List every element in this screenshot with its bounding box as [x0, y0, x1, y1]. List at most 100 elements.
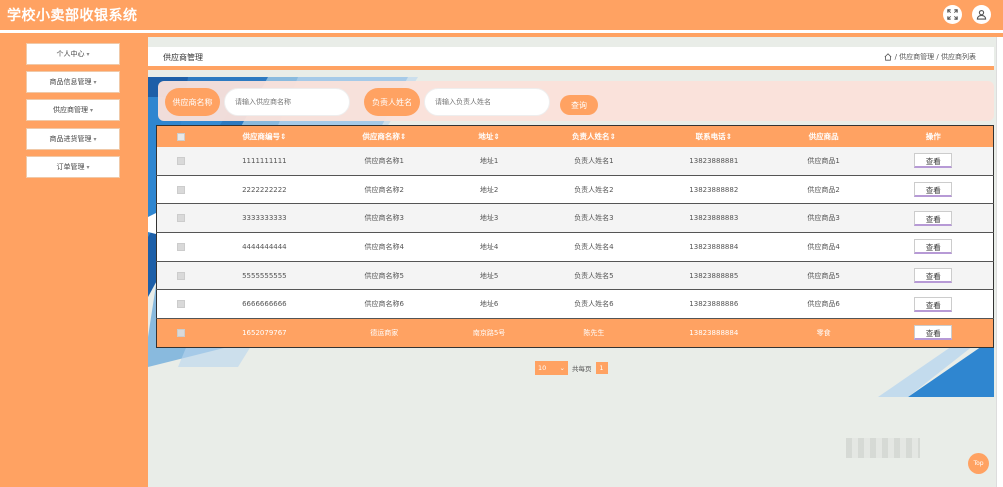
table-row[interactable]: 6666666666 供应商名称6 地址6 负责人姓名6 13823888886… — [156, 289, 994, 320]
cell-contact: 陈先生 — [534, 318, 654, 348]
view-button[interactable]: 查看 — [914, 153, 953, 169]
row-checkbox[interactable] — [176, 271, 185, 280]
table-row[interactable]: 4444444444 供应商名称4 地址4 负责人姓名4 13823888884… — [156, 232, 994, 262]
cell-goods: 供应商品2 — [773, 175, 874, 205]
cell-contact: 负责人姓名6 — [534, 289, 654, 320]
cell-name: 德运商家 — [324, 318, 445, 348]
back-to-top-button[interactable]: Top — [968, 453, 989, 474]
sidebar-item-purchase[interactable]: 商品进货管理 ▾ — [26, 128, 120, 150]
row-checkbox[interactable] — [176, 300, 185, 309]
column-header: 供应商品 — [773, 125, 874, 147]
supplier-name-input[interactable] — [224, 88, 350, 116]
select-all-checkbox[interactable] — [176, 132, 185, 141]
table-row[interactable]: 2222222222 供应商名称2 地址2 负责人姓名2 13823888882… — [156, 175, 994, 205]
search-button[interactable]: 查询 — [560, 95, 598, 115]
cell-phone: 13823888884 — [653, 232, 774, 262]
column-header: 操作 — [873, 125, 994, 147]
contact-name-label: 负责人姓名 — [364, 88, 420, 116]
row-checkbox[interactable] — [176, 242, 185, 251]
row-checkbox[interactable] — [176, 185, 185, 194]
sidebar-item-personal-center[interactable]: 个人中心 ▾ — [26, 43, 120, 65]
cell-goods: 供应商品3 — [773, 203, 874, 234]
breadcrumb-text[interactable]: / 供应商管理 / 供应商列表 — [895, 52, 976, 62]
chevron-down-icon: ▾ — [86, 163, 90, 171]
cell-address: 地址5 — [444, 261, 535, 291]
cell-phone: 13823888883 — [653, 203, 774, 234]
cell-address: 地址6 — [444, 289, 535, 320]
contact-name-input[interactable] — [424, 88, 550, 116]
fullscreen-icon[interactable] — [943, 5, 962, 24]
sidebar-item-label: 商品信息管理 — [49, 78, 92, 86]
table-row[interactable]: 3333333333 供应商名称3 地址3 负责人姓名3 13823888883… — [156, 203, 994, 234]
sidebar-item-supplier[interactable]: 供应商管理 ▾ — [26, 99, 120, 121]
cell-contact: 负责人姓名5 — [534, 261, 654, 291]
cell-address: 地址3 — [444, 203, 535, 234]
column-header[interactable]: 供应商名称⇕ — [324, 125, 445, 147]
chevron-down-icon: ▾ — [89, 106, 93, 114]
table-header-row: 供应商编号⇕ 供应商名称⇕ 地址⇕ 负责人姓名⇕ 联系电话⇕ 供应商品 操作 — [156, 125, 994, 147]
row-checkbox[interactable] — [176, 214, 185, 223]
cell-address: 地址1 — [444, 146, 535, 176]
cell-name: 供应商名称5 — [324, 261, 445, 291]
cell-contact: 负责人姓名4 — [534, 232, 654, 262]
breadcrumb-path: / 供应商管理 / 供应商列表 — [884, 52, 976, 62]
cell-id: 5555555555 — [204, 261, 325, 291]
user-icon[interactable] — [972, 5, 991, 24]
cell-goods: 供应商品6 — [773, 289, 874, 320]
cell-phone: 13823888885 — [653, 261, 774, 291]
page-title: 供应商管理 — [163, 53, 203, 62]
cell-address: 地址2 — [444, 175, 535, 205]
view-button[interactable]: 查看 — [914, 296, 953, 312]
supplier-table: 供应商编号⇕ 供应商名称⇕ 地址⇕ 负责人姓名⇕ 联系电话⇕ 供应商品 操作 1… — [156, 125, 994, 348]
column-header[interactable]: 供应商编号⇕ — [204, 125, 325, 147]
top-header: 学校小卖部收银系统 — [0, 0, 1003, 30]
cell-id: 2222222222 — [204, 175, 325, 205]
view-button[interactable]: 查看 — [914, 239, 953, 255]
sidebar-item-label: 商品进货管理 — [49, 135, 92, 143]
view-button[interactable]: 查看 — [914, 182, 953, 198]
cell-contact: 负责人姓名3 — [534, 203, 654, 234]
row-checkbox[interactable] — [176, 328, 185, 337]
column-header[interactable]: 地址⇕ — [444, 125, 535, 147]
scrollbar[interactable] — [996, 37, 1003, 487]
cell-goods: 供应商品1 — [773, 146, 874, 176]
column-header[interactable]: 联系电话⇕ — [653, 125, 774, 147]
row-checkbox[interactable] — [176, 156, 185, 165]
view-button[interactable]: 查看 — [914, 325, 953, 341]
chevron-down-icon: ▾ — [93, 78, 97, 86]
column-header[interactable]: 负责人姓名⇕ — [534, 125, 654, 147]
breadcrumb: 供应商管理 / 供应商管理 / 供应商列表 — [148, 47, 994, 66]
cell-contact: 负责人姓名2 — [534, 175, 654, 205]
sidebar-item-label: 订单管理 — [56, 163, 85, 171]
cell-phone: 13823888882 — [653, 175, 774, 205]
cell-address: 南京路5号 — [444, 318, 535, 348]
cell-id: 4444444444 — [204, 232, 325, 262]
breadcrumb-underline — [148, 66, 994, 70]
cell-id: 6666666666 — [204, 289, 325, 320]
cell-phone: 13823888884 — [653, 318, 774, 348]
watermark-blur — [846, 438, 920, 458]
cell-phone: 13823888881 — [653, 146, 774, 176]
table-row[interactable]: 5555555555 供应商名称5 地址5 负责人姓名5 13823888885… — [156, 261, 994, 291]
cell-name: 供应商名称3 — [324, 203, 445, 234]
search-panel: 供应商名称 负责人姓名 查询 — [158, 81, 994, 121]
sidebar-item-orders[interactable]: 订单管理 ▾ — [26, 156, 120, 178]
cell-id: 3333333333 — [204, 203, 325, 234]
pagination: 10 ⌄ 共每页 1 — [535, 361, 608, 375]
view-button[interactable]: 查看 — [914, 210, 953, 226]
home-icon[interactable] — [884, 53, 892, 61]
cell-name: 供应商名称1 — [324, 146, 445, 176]
view-button[interactable]: 查看 — [914, 268, 953, 284]
cell-goods: 供应商品4 — [773, 232, 874, 262]
chevron-down-icon: ⌄ — [559, 364, 565, 372]
cell-address: 地址4 — [444, 232, 535, 262]
page-number-button[interactable]: 1 — [595, 362, 608, 374]
sidebar-item-label: 供应商管理 — [52, 106, 88, 114]
page-size-select[interactable]: 10 ⌄ — [535, 361, 568, 375]
table-row[interactable]: 1111111111 供应商名称1 地址1 负责人姓名1 13823888881… — [156, 146, 994, 176]
cell-goods: 零食 — [773, 318, 874, 348]
cell-contact: 负责人姓名1 — [534, 146, 654, 176]
sidebar-item-product-info[interactable]: 商品信息管理 ▾ — [26, 71, 120, 93]
table-row[interactable]: 1652079767 德运商家 南京路5号 陈先生 13823888884 零食… — [156, 318, 994, 348]
page-total-label: 共每页 — [572, 365, 592, 373]
